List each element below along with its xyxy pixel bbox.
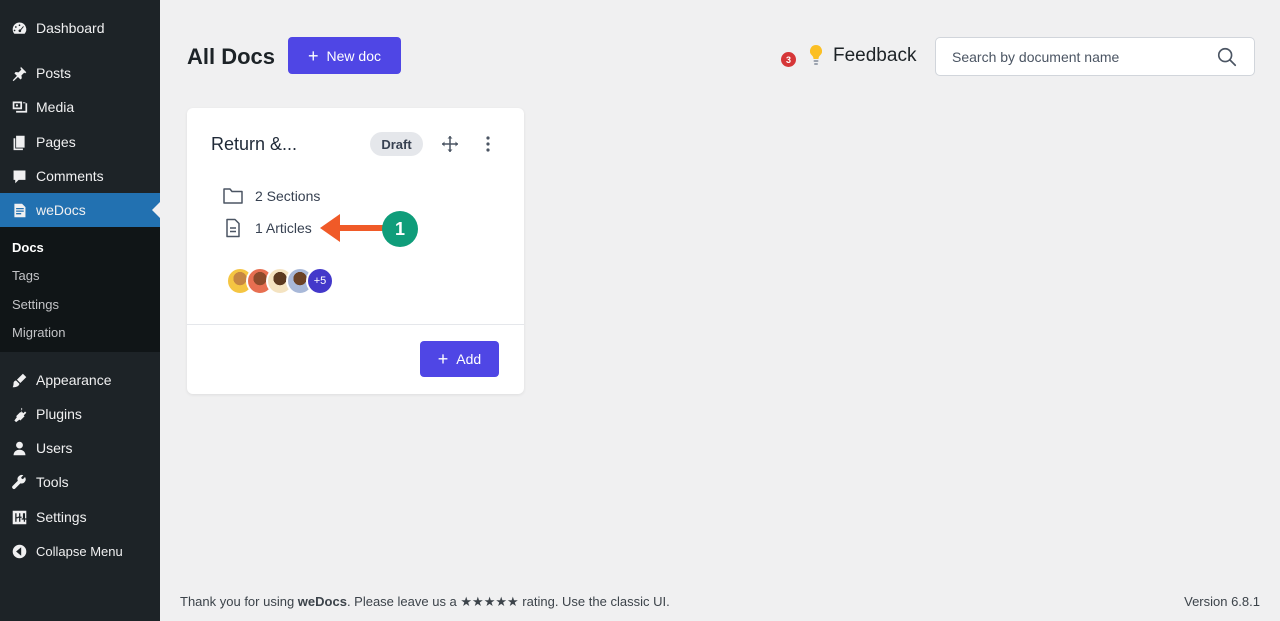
new-doc-label: New doc <box>326 47 381 64</box>
footer-prefix: Thank you for using <box>180 594 298 609</box>
comment-icon <box>10 167 28 185</box>
sidebar-item-label: Tools <box>36 474 69 490</box>
sidebar-item-label: Users <box>36 440 73 456</box>
user-icon <box>10 439 28 457</box>
search-input[interactable] <box>952 48 1216 65</box>
plus-icon: + <box>437 349 449 369</box>
notification-badge: 3 <box>781 52 796 67</box>
sidebar-item-label: Dashboard <box>36 20 105 36</box>
submenu-item-migration[interactable]: Migration <box>12 325 65 340</box>
sidebar-item-dashboard[interactable]: Dashboard <box>0 11 160 45</box>
sliders-icon <box>10 508 28 526</box>
file-icon <box>226 218 240 238</box>
sidebar-item-label: Posts <box>36 65 72 81</box>
sidebar-item-label: weDocs <box>36 202 86 218</box>
sidebar-item-label: Plugins <box>36 406 82 422</box>
sidebar-item-label: Settings <box>36 509 87 525</box>
collapse-icon <box>10 542 28 560</box>
sidebar-item-label: Media <box>36 99 75 115</box>
annotation-step-badge: 1 <box>382 211 418 247</box>
submenu-item-tags[interactable]: Tags <box>12 268 39 283</box>
classic-ui-link[interactable]: Use the classic UI. <box>562 594 670 609</box>
sidebar-item-posts[interactable]: Posts <box>0 56 160 90</box>
folder-icon <box>223 188 243 204</box>
sidebar-item-label: Pages <box>36 134 76 150</box>
brush-icon <box>10 371 28 389</box>
sidebar-item-label: Appearance <box>36 372 112 388</box>
sidebar-item-label: Collapse Menu <box>36 543 123 559</box>
feedback-link[interactable]: Feedback <box>833 45 916 67</box>
move-icon[interactable] <box>441 135 459 153</box>
footer-rating-text: rating. <box>518 594 563 609</box>
doc-title[interactable]: Return &... <box>211 134 297 155</box>
sidebar-item-tools[interactable]: Tools <box>0 465 160 499</box>
sections-label: 2 Sections <box>255 188 321 204</box>
wedocs-submenu: Docs Tags Settings Migration <box>0 227 160 352</box>
plugin-icon <box>10 405 28 423</box>
search-icon[interactable] <box>1216 46 1238 68</box>
sections-count: 2 Sections <box>222 186 320 206</box>
footer-thankyou: Thank you for using weDocs. Please leave… <box>180 594 670 610</box>
rating-stars-link[interactable]: ★★★★★ <box>460 594 518 609</box>
sidebar-item-users[interactable]: Users <box>0 431 160 465</box>
admin-sidebar: Dashboard Posts Media Pages Comments weD… <box>0 0 160 621</box>
footer-middle: . Please leave us a <box>346 594 461 609</box>
footer-brand: weDocs <box>297 594 347 609</box>
search-box <box>935 37 1255 76</box>
more-contributors-badge[interactable]: +5 <box>306 267 334 295</box>
status-badge: Draft <box>370 132 423 156</box>
add-label: Add <box>456 351 482 367</box>
sidebar-item-appearance[interactable]: Appearance <box>0 363 160 397</box>
sidebar-item-settings[interactable]: Settings <box>0 500 160 534</box>
submenu-item-docs[interactable]: Docs <box>12 240 44 255</box>
sidebar-item-plugins[interactable]: Plugins <box>0 397 160 431</box>
document-icon <box>10 201 28 219</box>
sidebar-item-pages[interactable]: Pages <box>0 125 160 159</box>
dashboard-icon <box>10 19 28 37</box>
doc-card[interactable]: Return &... Draft 2 Sections 1 Articles … <box>187 108 524 394</box>
version-text: Version 6.8.1 <box>1184 594 1260 609</box>
annotation-arrow-icon <box>320 214 386 242</box>
add-button[interactable]: + Add <box>420 341 499 377</box>
lightbulb-icon <box>809 44 823 65</box>
articles-label: 1 Articles <box>255 220 312 236</box>
submenu-item-settings[interactable]: Settings <box>12 297 59 312</box>
more-options-icon[interactable] <box>483 135 493 153</box>
plus-icon: + <box>308 45 319 66</box>
new-doc-button[interactable]: + New doc <box>288 37 401 74</box>
page-title: All Docs <box>187 44 276 69</box>
card-divider <box>187 324 524 325</box>
sidebar-item-comments[interactable]: Comments <box>0 159 160 193</box>
media-icon <box>10 98 28 116</box>
collapse-menu-button[interactable]: Collapse Menu <box>0 534 160 568</box>
pin-icon <box>10 64 28 82</box>
articles-count: 1 Articles <box>222 218 312 238</box>
wrench-icon <box>10 473 28 491</box>
sidebar-item-media[interactable]: Media <box>0 90 160 124</box>
pages-icon <box>10 133 28 151</box>
sidebar-item-label: Comments <box>36 168 104 184</box>
sidebar-item-wedocs[interactable]: weDocs <box>0 193 160 227</box>
